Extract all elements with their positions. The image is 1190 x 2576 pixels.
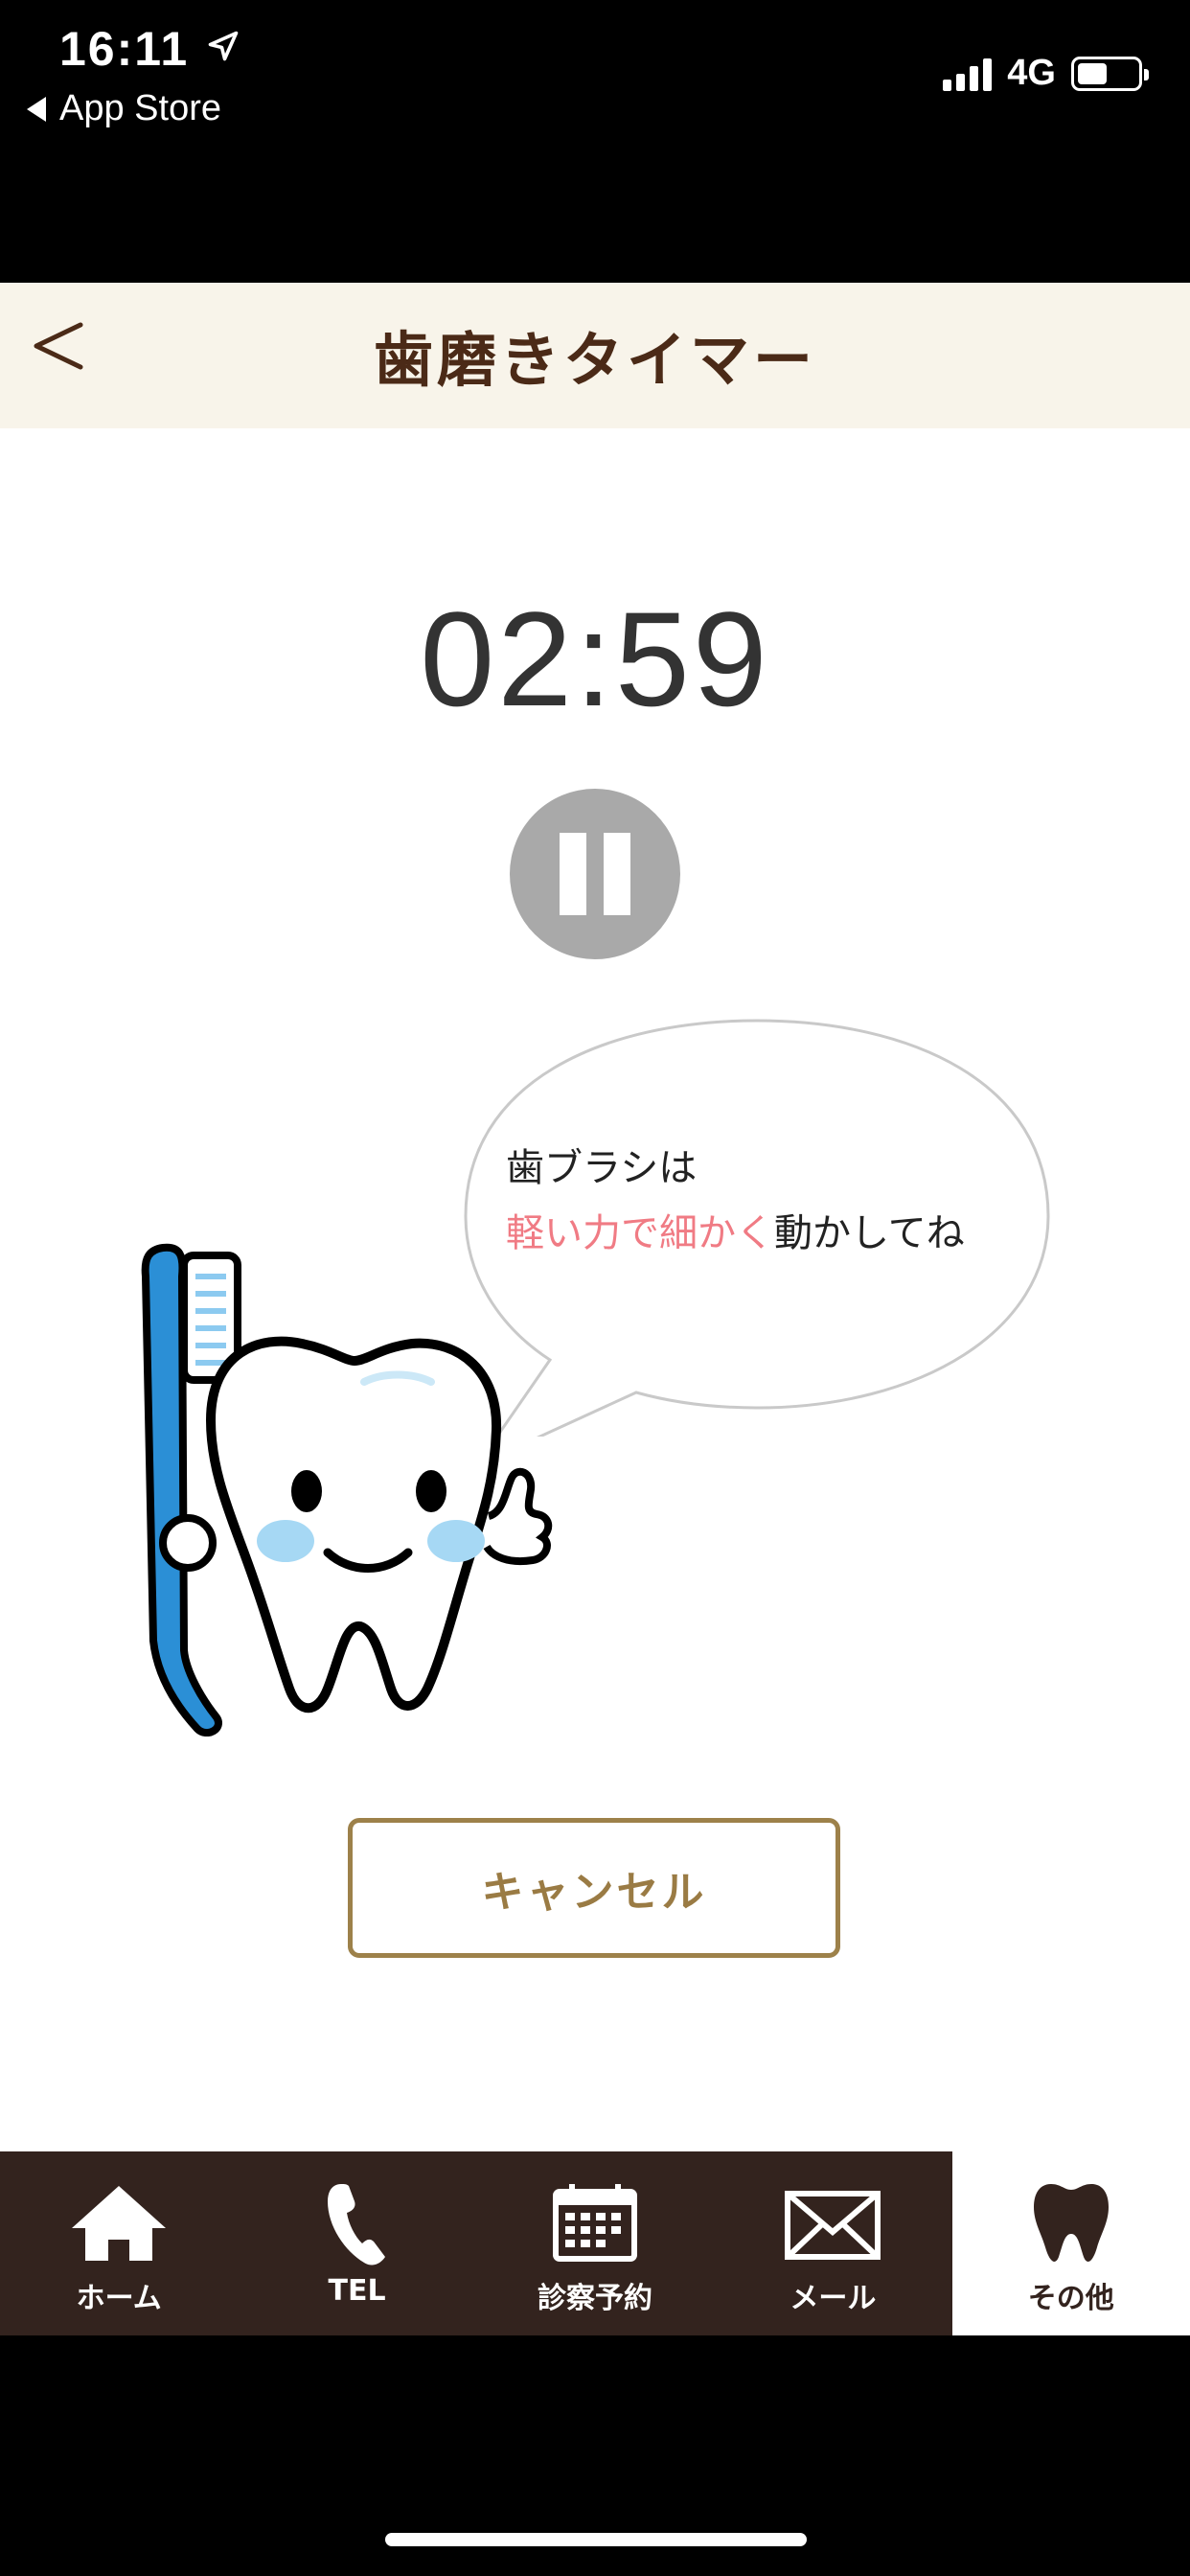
nav-header: 歯磨きタイマー: [0, 283, 1190, 428]
calendar-icon: [552, 2184, 637, 2262]
tab-label: メール: [790, 2282, 877, 2315]
back-to-app-link[interactable]: App Store: [27, 88, 221, 129]
tab-tel[interactable]: TEL: [238, 2151, 475, 2335]
tab-label: その他: [1027, 2282, 1114, 2315]
tab-label: TEL: [328, 2274, 386, 2308]
back-triangle-icon: [27, 96, 46, 122]
page-title: 歯磨きタイマー: [373, 325, 816, 395]
pause-icon: [560, 833, 586, 915]
home-icon: [72, 2186, 167, 2261]
network-type: 4G: [1007, 53, 1056, 93]
signal-strength-icon: [943, 57, 993, 91]
battery-icon: [1071, 56, 1149, 91]
advice-line-1: 歯ブラシは: [506, 1146, 698, 1190]
home-indicator[interactable]: [385, 2533, 807, 2546]
tab-home[interactable]: ホーム: [0, 2151, 238, 2335]
mail-icon: [785, 2191, 881, 2260]
timer-display: 02:59: [420, 584, 770, 734]
phone-icon: [327, 2184, 385, 2266]
back-app-label: App Store: [59, 88, 221, 128]
cancel-button[interactable]: キャンセル: [348, 1818, 840, 1958]
tab-other[interactable]: その他: [951, 2151, 1190, 2335]
tooth-icon: [1033, 2184, 1109, 2262]
status-bar: 16:11 App Store 4G: [0, 0, 1190, 283]
tab-mail[interactable]: メール: [714, 2151, 951, 2335]
timer-screen: 02:59 歯ブラシは 軽い力で細かく動かしてね キャンセル: [0, 428, 1190, 2151]
tab-label: ホーム: [76, 2282, 162, 2315]
tab-bar: ホーム TEL 診察予約 メール その他: [0, 2151, 1190, 2335]
advice-rest: 動かしてね: [774, 1211, 965, 1255]
location-arrow-icon: [208, 31, 239, 61]
pause-button[interactable]: [510, 789, 680, 959]
status-indicators: 4G: [943, 53, 1149, 94]
tab-appointment[interactable]: 診察予約: [476, 2151, 714, 2335]
status-time: 16:11: [59, 22, 190, 76]
tooth-mascot-illustration: [141, 1243, 553, 1736]
tab-label: 診察予約: [537, 2282, 652, 2315]
